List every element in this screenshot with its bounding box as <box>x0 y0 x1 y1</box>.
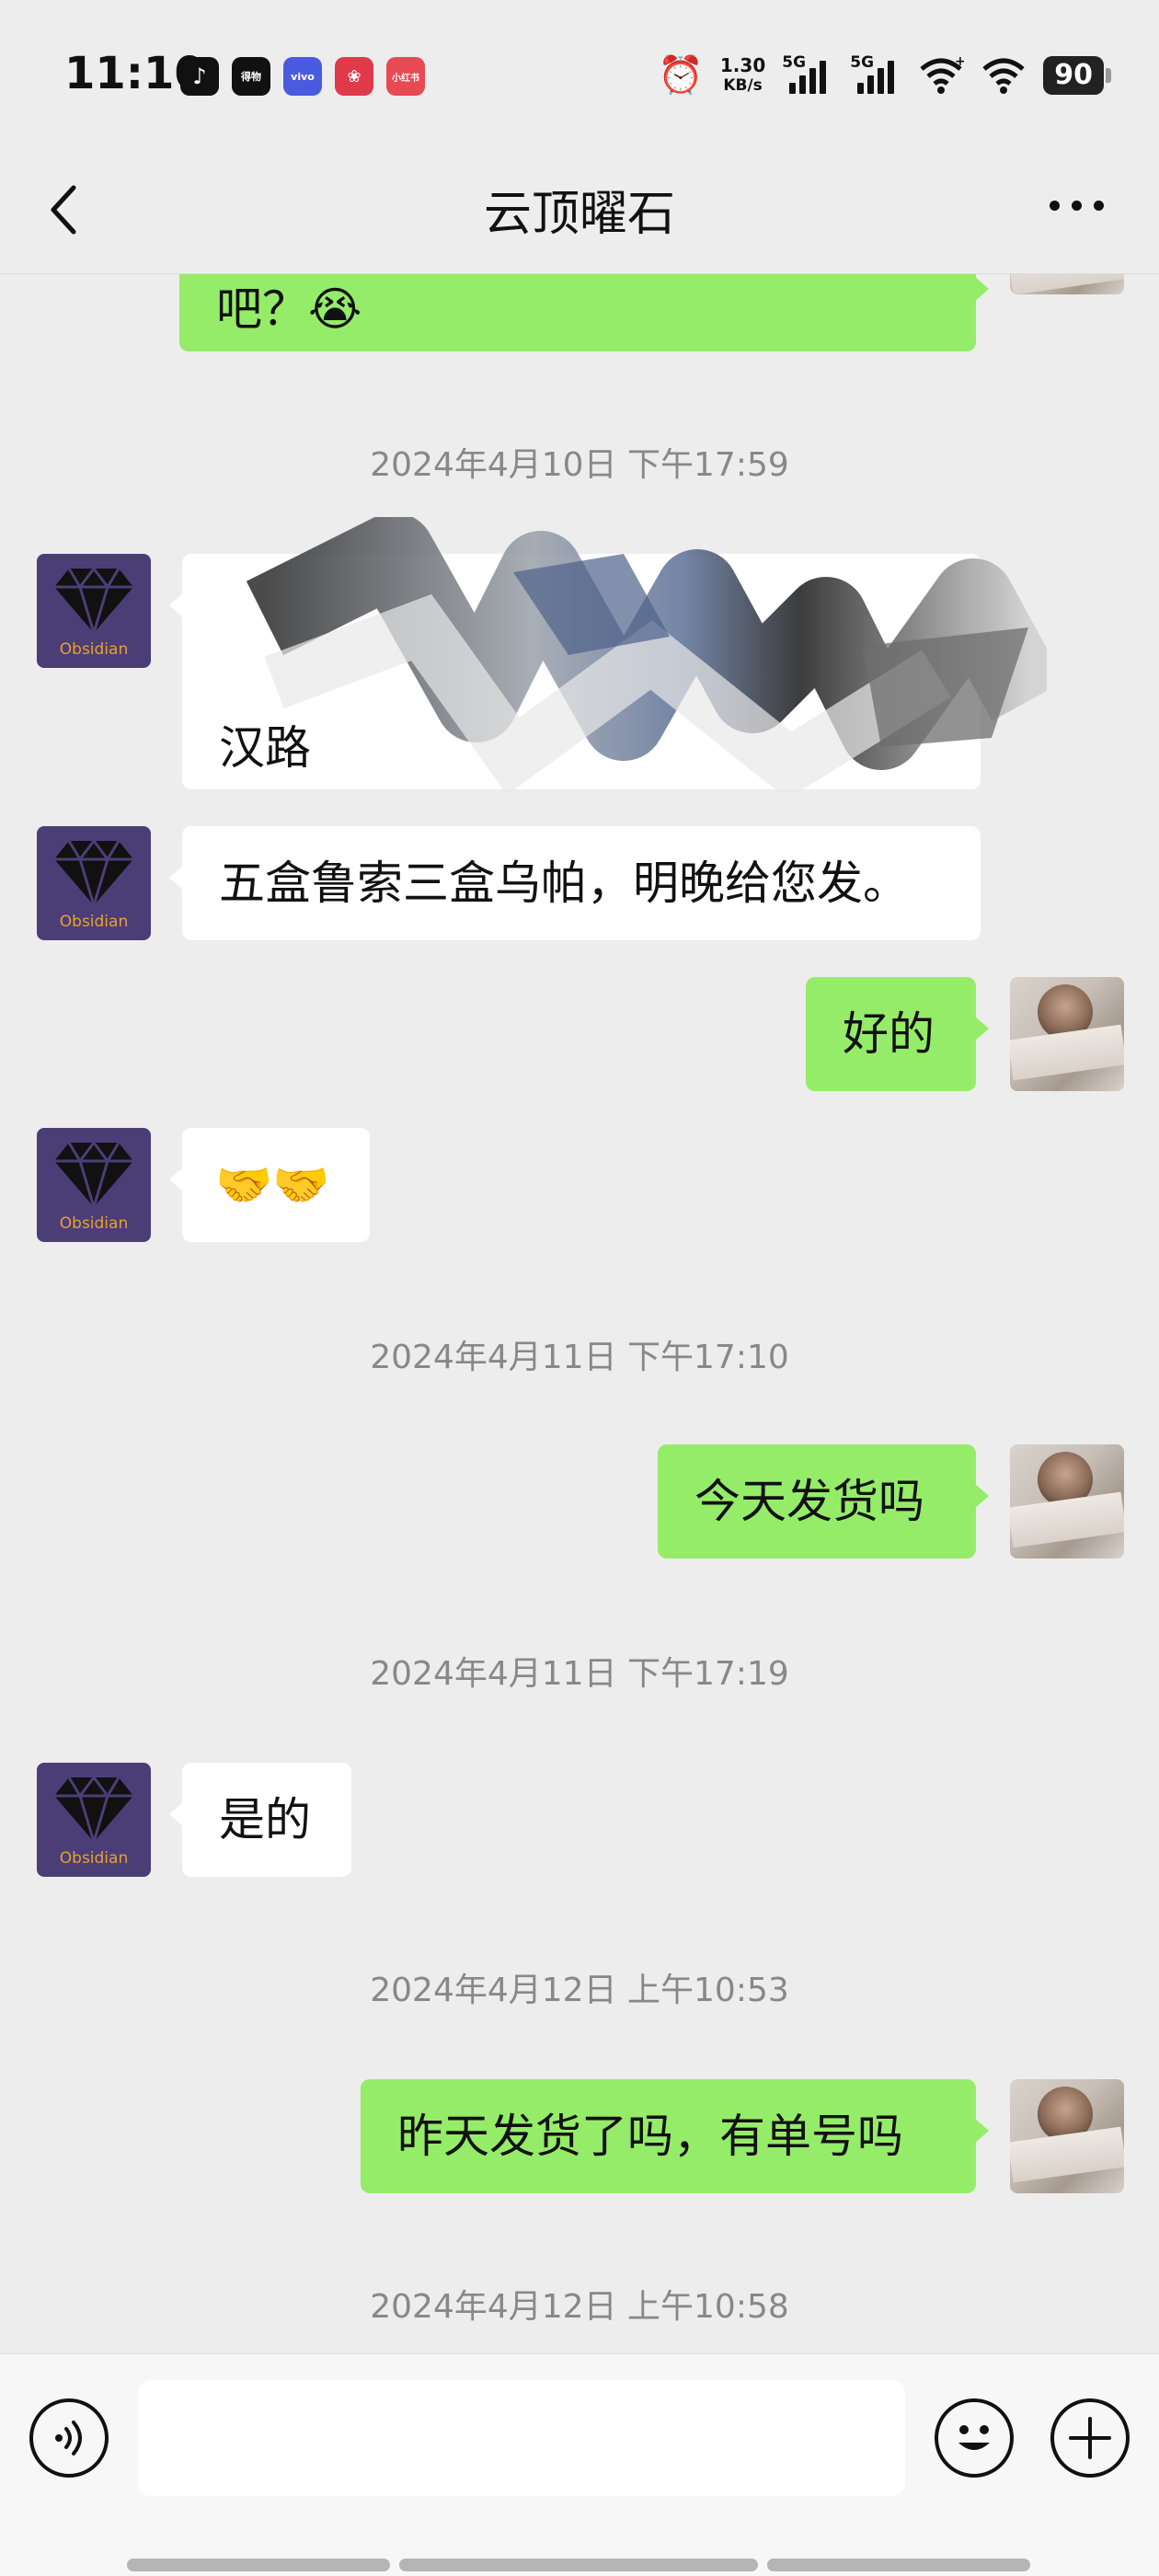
message-text: 吧？😭 <box>216 282 362 336</box>
timestamp: 2024年4月10日 下午17:59 <box>370 446 789 484</box>
diamond-logo-icon <box>54 566 133 635</box>
gesture-navigation-bar <box>127 2559 1030 2571</box>
svg-text:+: + <box>955 56 964 69</box>
network-speed-value: 1.30 <box>719 53 766 76</box>
signal-1-label: 5G <box>782 52 807 72</box>
wifi-icon <box>982 58 1025 94</box>
message-list[interactable]: 吧？😭 2024年4月10日 下午17:59 Obsidian 汉路 Obsid… <box>0 274 1159 2353</box>
message-text: 好的 <box>843 1007 935 1061</box>
status-bar: 11:10 ♪ 得物 vivo ❀ 小红书 ⏰ 1.30 KB/s 5G 5G … <box>0 0 1159 147</box>
signal-icon-2: 5G <box>850 53 901 94</box>
shop-avatar[interactable]: Obsidian <box>37 554 151 668</box>
signal-2-label: 5G <box>850 52 875 72</box>
message-text: 🤝🤝 <box>215 1158 330 1212</box>
notification-app-icons: ♪ 得物 vivo ❀ 小红书 <box>180 57 425 96</box>
message-bubble-outgoing[interactable]: 好的 <box>806 977 989 1091</box>
emoji-icon[interactable] <box>935 2398 1014 2478</box>
shop-avatar-label: Obsidian <box>59 1849 129 1868</box>
network-speed-unit: KB/s <box>723 75 763 95</box>
my-avatar[interactable] <box>1010 2079 1124 2193</box>
hongbao-icon: ❀ <box>335 57 373 96</box>
tiktok-icon: ♪ <box>180 57 219 96</box>
chat-header: 云顶曜石 <box>0 147 1159 274</box>
timestamp: 2024年4月12日 上午10:53 <box>370 1972 789 2009</box>
timestamp: 2024年4月12日 上午10:58 <box>370 2288 789 2326</box>
plus-icon[interactable] <box>1050 2398 1130 2478</box>
message-bubble-outgoing[interactable]: 昨天发货了吗，有单号吗 <box>361 2079 989 2193</box>
message-text: 昨天发货了吗，有单号吗 <box>397 2110 903 2163</box>
alarm-icon: ⏰ <box>658 54 704 97</box>
shop-avatar-label: Obsidian <box>59 640 129 659</box>
diamond-logo-icon <box>54 1775 133 1844</box>
shop-avatar[interactable]: Obsidian <box>37 826 151 940</box>
my-avatar[interactable] <box>1010 977 1124 1091</box>
shop-avatar[interactable]: Obsidian <box>37 1763 151 1877</box>
message-bubble-outgoing[interactable]: 今天发货吗 <box>658 1444 989 1558</box>
my-avatar[interactable] <box>1010 274 1124 294</box>
redaction-scribble <box>246 517 1047 793</box>
hotspot-wifi-icon: + <box>920 56 964 94</box>
voice-icon[interactable] <box>29 2398 109 2478</box>
message-text: 是的 <box>219 1793 311 1846</box>
vivo-icon: vivo <box>283 57 322 96</box>
timestamp: 2024年4月11日 下午17:10 <box>370 1339 789 1376</box>
shop-avatar-label: Obsidian <box>59 913 129 931</box>
shop-avatar[interactable]: Obsidian <box>37 1128 151 1242</box>
more-options-icon[interactable] <box>1050 201 1104 211</box>
timestamp: 2024年4月11日 下午17:19 <box>370 1655 789 1693</box>
diamond-logo-icon <box>54 838 133 907</box>
battery-indicator: 90 <box>1043 55 1111 95</box>
xiaohongshu-icon: 小红书 <box>386 57 425 96</box>
network-speed: 1.30 KB/s <box>720 55 765 96</box>
message-bubble-incoming[interactable]: 是的 <box>169 1763 351 1877</box>
message-bubble-incoming[interactable]: 🤝🤝 <box>169 1128 370 1242</box>
shop-avatar-label: Obsidian <box>59 1214 129 1233</box>
message-text: 今天发货吗 <box>694 1475 924 1528</box>
signal-icon-1: 5G <box>782 53 833 94</box>
message-input[interactable] <box>138 2380 905 2496</box>
my-avatar[interactable] <box>1010 1444 1124 1558</box>
message-text: 五盒鲁索三盒乌帕，明晚给您发。 <box>219 857 909 910</box>
input-bar <box>0 2353 1159 2576</box>
message-bubble-redacted[interactable]: 汉路 <box>169 517 1047 793</box>
diamond-logo-icon <box>54 1140 133 1209</box>
message-bubble-incoming[interactable]: 五盒鲁索三盒乌帕，明晚给您发。 <box>169 826 981 940</box>
message-bubble-partial[interactable]: 吧？😭 <box>179 274 989 351</box>
chat-title: 云顶曜石 <box>483 187 675 242</box>
dewu-icon: 得物 <box>232 57 270 96</box>
system-icons: ⏰ 1.30 KB/s 5G 5G + 90 <box>658 53 1111 97</box>
